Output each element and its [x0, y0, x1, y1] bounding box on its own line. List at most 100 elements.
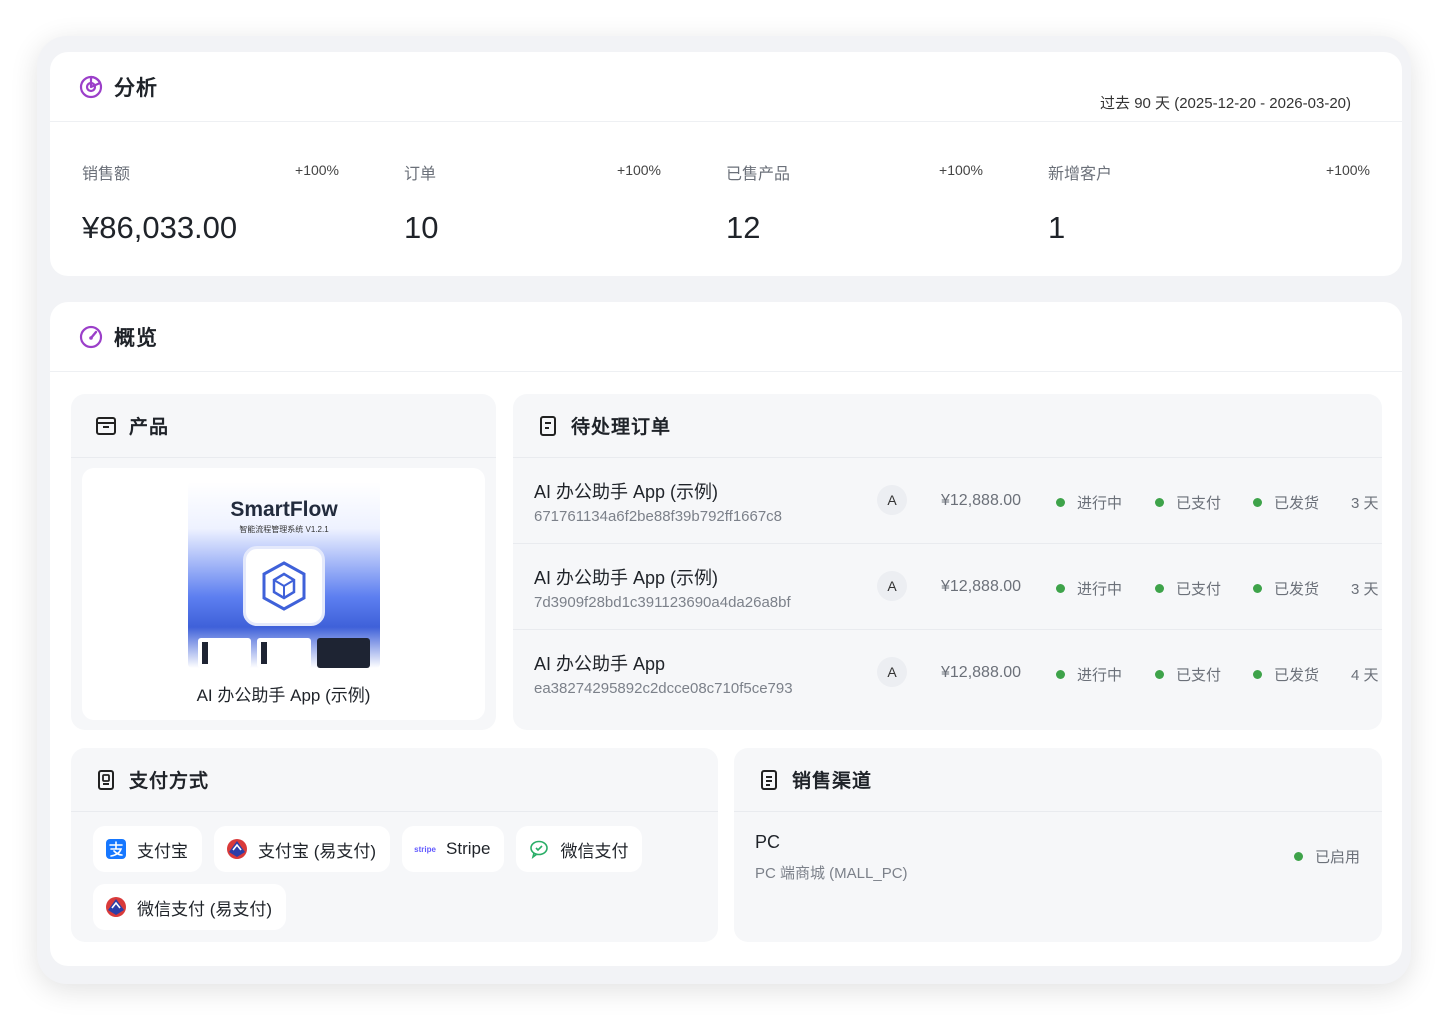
products-title: 产品	[129, 417, 170, 438]
orders-header: 待处理订单	[513, 394, 1382, 458]
channel-name[interactable]: PC	[755, 832, 780, 853]
status-dot-icon	[1056, 670, 1065, 679]
payment-method-label: 支付宝	[137, 841, 188, 861]
dashboard-window: 分析 过去 90 天 (2025-12-20 - 2026-03-20) 销售额…	[37, 36, 1411, 984]
status-label: 进行中	[1077, 495, 1123, 512]
order-amount: ¥12,888.00	[941, 578, 1022, 595]
status-dot-icon	[1293, 852, 1303, 861]
metric-value: 1	[1048, 210, 1066, 245]
screenshot-preview	[257, 638, 311, 668]
payment-method-label: 微信支付 (易支付)	[137, 899, 273, 919]
status-label: 已启用	[1314, 849, 1360, 866]
pending-orders-panel: 待处理订单 AI 办公助手 App (示例) 671761134a6f2be88…	[513, 394, 1382, 730]
metric-new-customers: 新增客户 +100% 1	[1048, 122, 1370, 272]
screenshot-preview	[316, 638, 370, 668]
metric-change: +100%	[617, 162, 661, 178]
date-range-selector[interactable]: 过去 90 天 (2025-12-20 - 2026-03-20)	[1100, 92, 1351, 113]
wallet-icon	[93, 767, 119, 793]
overview-header: 概览	[50, 302, 1402, 372]
metric-label: 新增客户	[1048, 166, 1113, 183]
metric-change: +100%	[295, 162, 339, 178]
payment-method-stripe[interactable]: stripe Stripe	[402, 826, 505, 872]
status-dot-icon	[1155, 498, 1164, 507]
payment-method-label: Stripe	[446, 839, 491, 858]
order-id: 671761134a6f2be88f39b792ff1667c8	[534, 508, 783, 525]
customer-avatar: A	[877, 485, 907, 515]
status-dot-icon	[1056, 498, 1065, 507]
payments-header: 支付方式	[71, 748, 718, 812]
payment-methods-list: 支付宝 支付宝 (易支付) stripe Stripe 微信支付 微信支付 (易…	[71, 812, 718, 930]
payment-methods-panel: 支付方式 支付宝 支付宝 (易支付) stripe Stripe 微信支付 微信…	[71, 748, 718, 942]
overview-title: 概览	[114, 326, 158, 350]
order-id: 7d3909f28bd1c391123690a4da26a8bf	[534, 594, 791, 611]
status-label: 已支付	[1176, 581, 1222, 598]
status-dot-icon	[1155, 584, 1164, 593]
order-amount: ¥12,888.00	[941, 492, 1022, 509]
status-dot-icon	[1253, 584, 1262, 593]
channel-code: PC 端商城 (MALL_PC)	[755, 865, 908, 882]
payment-method-alipay[interactable]: 支付宝	[93, 826, 202, 872]
wechat-icon	[528, 838, 550, 860]
order-amount: ¥12,888.00	[941, 664, 1022, 681]
document-list-icon	[756, 767, 782, 793]
metric-value: 12	[726, 210, 761, 245]
channels-header: 销售渠道	[734, 748, 1382, 812]
product-card[interactable]: SmartFlow 智能流程管理系统 V1.2.1 AI 办公助手 App (示…	[82, 468, 485, 720]
payment-status: 已支付	[1155, 578, 1221, 599]
status-dot-icon	[1056, 584, 1065, 593]
metrics-row: 销售额 +100% ¥86,033.00 订单 +100% 10 已售产品 +1…	[50, 122, 1402, 272]
metric-change: +100%	[1326, 162, 1370, 178]
status-label: 已支付	[1176, 667, 1222, 684]
status-dot-icon	[1253, 670, 1262, 679]
customer-avatar: A	[877, 571, 907, 601]
customer-avatar: A	[877, 657, 907, 687]
order-product-name: AI 办公助手 App	[534, 654, 666, 674]
status-label: 进行中	[1077, 581, 1123, 598]
order-status: 进行中	[1056, 664, 1122, 685]
epay-icon	[105, 896, 127, 918]
cube-logo-icon	[243, 546, 325, 626]
archive-icon	[93, 413, 119, 439]
payment-method-label: 支付宝 (易支付)	[258, 841, 377, 861]
status-label: 已发货	[1274, 581, 1320, 598]
shipping-status: 已发货	[1253, 492, 1319, 513]
sales-channels-panel: 销售渠道 PC PC 端商城 (MALL_PC) 已启用	[734, 748, 1382, 942]
epay-icon	[226, 838, 248, 860]
thumbnail-title: SmartFlow	[230, 498, 338, 521]
order-status: 进行中	[1056, 578, 1122, 599]
alipay-icon	[105, 838, 127, 860]
products-header: 产品	[71, 394, 496, 458]
analytics-icon	[78, 74, 104, 100]
channel-status: 已启用	[1293, 846, 1360, 867]
products-panel: 产品 SmartFlow 智能流程管理系统 V1.2.1 AI 办公助手 App…	[71, 394, 496, 730]
payment-method-wechat[interactable]: 微信支付	[516, 826, 643, 872]
metric-sales: 销售额 +100% ¥86,033.00	[82, 122, 404, 272]
status-label: 已发货	[1274, 495, 1320, 512]
payments-title: 支付方式	[129, 771, 210, 792]
payment-status: 已支付	[1155, 664, 1221, 685]
stripe-icon: stripe	[414, 844, 436, 854]
status-dot-icon	[1253, 498, 1262, 507]
metric-orders: 订单 +100% 10	[404, 122, 726, 272]
payment-method-alipay-epay[interactable]: 支付宝 (易支付)	[214, 826, 391, 872]
screenshot-preview	[198, 638, 252, 668]
receipt-icon	[535, 413, 561, 439]
status-dot-icon	[1155, 670, 1164, 679]
order-row[interactable]: AI 办公助手 App (示例) 7d3909f28bd1c391123690a…	[513, 544, 1382, 630]
status-label: 已支付	[1176, 495, 1222, 512]
shipping-status: 已发货	[1253, 664, 1319, 685]
order-product-name: AI 办公助手 App (示例)	[534, 568, 719, 588]
metric-value: 10	[404, 210, 439, 245]
order-row[interactable]: AI 办公助手 App ea38274295892c2dcce08c710f5c…	[513, 630, 1382, 716]
payment-status: 已支付	[1155, 492, 1221, 513]
metric-products-sold: 已售产品 +100% 12	[726, 122, 1048, 272]
metric-label: 已售产品	[726, 166, 791, 183]
order-row[interactable]: AI 办公助手 App (示例) 671761134a6f2be88f39b79…	[513, 458, 1382, 544]
order-status: 进行中	[1056, 492, 1122, 513]
metric-label: 销售额	[82, 166, 131, 183]
payment-method-wechat-epay[interactable]: 微信支付 (易支付)	[93, 884, 287, 930]
shipping-status: 已发货	[1253, 578, 1319, 599]
order-product-name: AI 办公助手 App (示例)	[534, 482, 719, 502]
orders-title: 待处理订单	[571, 417, 672, 438]
product-thumbnail: SmartFlow 智能流程管理系统 V1.2.1	[188, 482, 380, 668]
